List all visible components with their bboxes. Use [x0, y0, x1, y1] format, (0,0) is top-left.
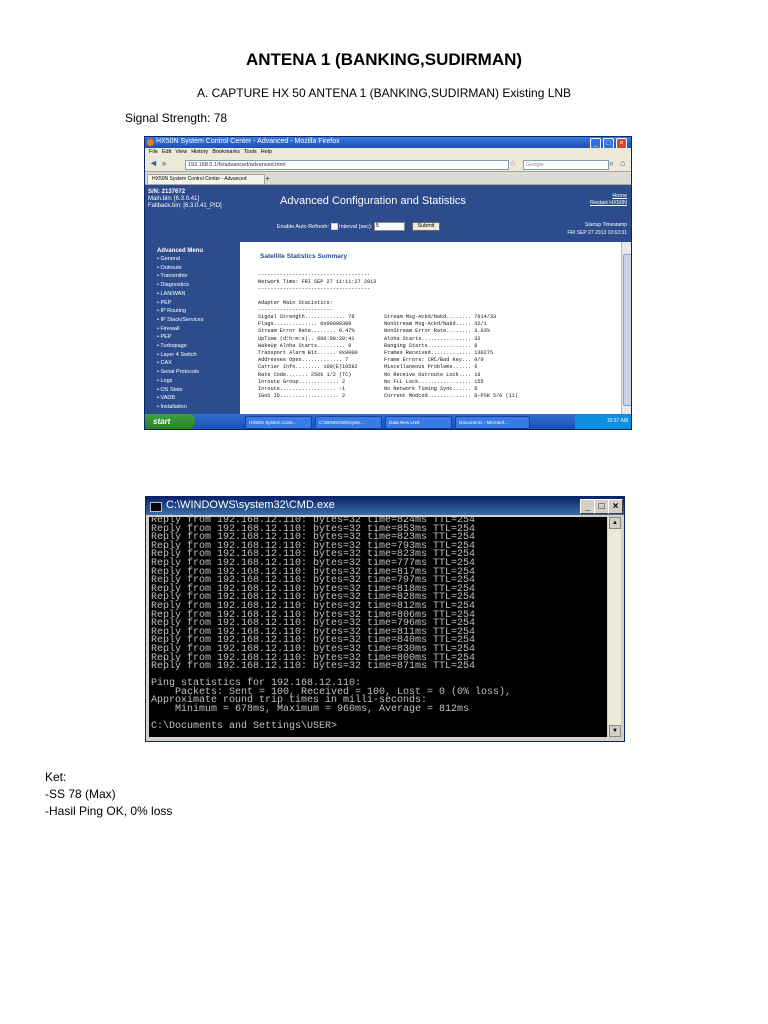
- console-output: Reply from 192.168.12.110: bytes=32 time…: [151, 515, 512, 733]
- browser-menu-bar: File Edit View History Bookmarks Tools Help: [145, 148, 631, 157]
- menu-item[interactable]: • CAX: [157, 359, 203, 368]
- firefox-icon: [147, 139, 154, 146]
- hx-header: S/N: 2137672 Main.bin: [6.3.0.41] Fallba…: [145, 185, 631, 242]
- notes-heading: Ket:: [45, 770, 67, 784]
- forward-arrow-icon[interactable]: ►: [161, 159, 169, 168]
- scrollbar-thumb[interactable]: [623, 254, 631, 406]
- interval-label: Interval (sec):: [339, 223, 373, 230]
- windows-taskbar: start HX50N System Contr... C:\WINDOWS\s…: [145, 414, 631, 429]
- menu-item[interactable]: • Transmitter: [157, 272, 203, 281]
- device-info: S/N: 2137672 Main.bin: [6.3.0.41] Fallba…: [148, 189, 222, 210]
- restart-link[interactable]: Restart HX50N: [590, 200, 627, 207]
- menu-item[interactable]: • General: [157, 255, 203, 264]
- menu-view[interactable]: View: [175, 149, 187, 155]
- console-body[interactable]: Reply from 192.168.12.110: bytes=32 time…: [149, 515, 607, 737]
- header-links: Home Restart HX50N: [590, 193, 627, 207]
- submit-button[interactable]: Submit: [412, 222, 440, 231]
- menu-item[interactable]: • Firewall: [157, 325, 203, 334]
- taskbar-item[interactable]: C:\WINDOWS\syste...: [315, 416, 382, 429]
- stats-left-column: Signal Strength............. 78 Flags...…: [258, 314, 358, 400]
- minimize-icon[interactable]: _: [580, 499, 595, 514]
- timestamp-value: FRI SEP 27 2013 10:63:31: [567, 230, 627, 236]
- auto-refresh-checkbox[interactable]: [330, 223, 338, 230]
- menu-bookmarks[interactable]: Bookmarks: [212, 149, 240, 155]
- start-button[interactable]: start: [145, 414, 195, 429]
- cmd-window: C:\WINDOWS\system32\CMD.exe _ □ × Reply …: [145, 496, 625, 742]
- taskbar-item[interactable]: Data New LNB: [385, 416, 452, 429]
- menu-file[interactable]: File: [149, 149, 158, 155]
- stats-title: Satellite Statistics Summary: [260, 253, 348, 260]
- home-icon[interactable]: ⌂: [620, 158, 625, 168]
- browser-tab[interactable]: HX50N System Control Center - Advanced: [147, 174, 265, 184]
- maximize-icon[interactable]: □: [594, 499, 609, 514]
- scroll-up-icon[interactable]: ▲: [609, 517, 621, 529]
- menu-item[interactable]: • IP Routing: [157, 307, 203, 316]
- browser-screenshot: HX50N System Control Center - Advanced -…: [144, 136, 632, 430]
- url-bar[interactable]: 192.168.0.1/fs/advanced/advanced.html: [185, 160, 509, 170]
- menu-item[interactable]: • PEP: [157, 333, 203, 342]
- menu-tools[interactable]: Tools: [244, 149, 257, 155]
- startup-timestamp: Startup Timestamp FRI SEP 27 2013 10:63:…: [567, 221, 627, 237]
- cmd-title-bar: C:\WINDOWS\system32\CMD.exe _ □ ×: [146, 497, 624, 515]
- serial-number: S/N: 2137672: [148, 189, 186, 195]
- menu-item[interactable]: • Serial Protocols: [157, 368, 203, 377]
- browser-nav-bar: ◄ ► 192.168.0.1/fs/advanced/advanced.htm…: [145, 157, 631, 172]
- menu-item[interactable]: • Installation: [157, 403, 203, 412]
- menu-item[interactable]: • IP Stack/Services: [157, 316, 203, 325]
- new-tab-button[interactable]: +: [265, 174, 270, 183]
- scroll-down-icon[interactable]: ▼: [609, 725, 621, 737]
- search-box[interactable]: Google: [523, 160, 609, 170]
- close-icon[interactable]: ×: [608, 499, 623, 514]
- notes: Ket: -SS 78 (Max) -Hasil Ping OK, 0% los…: [45, 769, 172, 820]
- refresh-controls: Enable Auto Refresh: Interval (sec): 5 S…: [277, 222, 440, 231]
- taskbar-item[interactable]: Document1 - Microsof...: [455, 416, 530, 429]
- separator: ------------------------------------: [258, 286, 371, 292]
- cmd-window-title: C:\WINDOWS\system32\CMD.exe: [166, 499, 335, 511]
- document-title: ANTENA 1 (BANKING,SUDIRMAN): [245, 50, 523, 69]
- document-subtitle: A. CAPTURE HX 50 ANTENA 1 (BANKING,SUDIR…: [196, 86, 572, 100]
- notes-line: -Hasil Ping OK, 0% loss: [45, 804, 173, 818]
- browser-tab-bar: HX50N System Control Center - Advanced +: [145, 172, 631, 185]
- browser-window-title: HX50N System Control Center - Advanced -…: [156, 138, 340, 145]
- timestamp-label: Startup Timestamp: [585, 222, 627, 228]
- menu-item[interactable]: • Diagnostics: [157, 281, 203, 290]
- menu-item[interactable]: • LAN/WAN: [157, 290, 203, 299]
- advanced-menu-list: • General • Outroute • Transmitter • Dia…: [157, 255, 203, 412]
- menu-item[interactable]: • Outroute: [157, 264, 203, 273]
- stats-right-column: Stream Msg-Ackd/Nakd........ 7014/33 Non…: [384, 314, 518, 400]
- console-icon: [150, 502, 162, 512]
- taskbar-item[interactable]: HX50N System Contr...: [245, 416, 312, 429]
- menu-item[interactable]: • PEP: [157, 299, 203, 308]
- menu-edit[interactable]: Edit: [162, 149, 171, 155]
- advanced-menu-sidebar: Advanced Menu • General • Outroute • Tra…: [145, 242, 240, 414]
- notes-line: -SS 78 (Max): [45, 787, 116, 801]
- menu-item[interactable]: • Layer 4 Switch: [157, 351, 203, 360]
- menu-item[interactable]: • Logs: [157, 377, 203, 386]
- browser-title-bar: HX50N System Control Center - Advanced -…: [145, 137, 631, 149]
- advanced-menu-title: Advanced Menu: [157, 248, 204, 254]
- main-bin: Main.bin: [6.3.0.41]: [148, 196, 200, 202]
- fallback-bin: Fallback.bin: [6.3.0.41_PID]: [148, 203, 222, 209]
- console-scrollbar[interactable]: ▲ ▼: [608, 517, 621, 737]
- search-icon[interactable]: ⌕: [609, 158, 614, 169]
- page-scrollbar[interactable]: [621, 242, 631, 414]
- stats-panel: Satellite Statistics Summary -----------…: [240, 242, 621, 414]
- menu-item[interactable]: • Turbopage: [157, 342, 203, 351]
- taskbar-clock: 10:37 AM: [575, 414, 631, 429]
- interval-input[interactable]: 5: [373, 222, 405, 231]
- bookmark-star-icon[interactable]: ☆: [509, 159, 516, 168]
- menu-help[interactable]: Help: [261, 149, 272, 155]
- menu-history[interactable]: History: [191, 149, 208, 155]
- home-link[interactable]: Home: [590, 193, 627, 200]
- signal-strength-label: Signal Strength: 78: [125, 111, 228, 125]
- menu-item[interactable]: • VADB: [157, 394, 203, 403]
- back-arrow-icon[interactable]: ◄: [149, 158, 158, 168]
- auto-refresh-label: Enable Auto Refresh:: [277, 223, 329, 230]
- menu-item[interactable]: • OS Stats: [157, 386, 203, 395]
- page-heading: Advanced Configuration and Statistics: [280, 195, 466, 207]
